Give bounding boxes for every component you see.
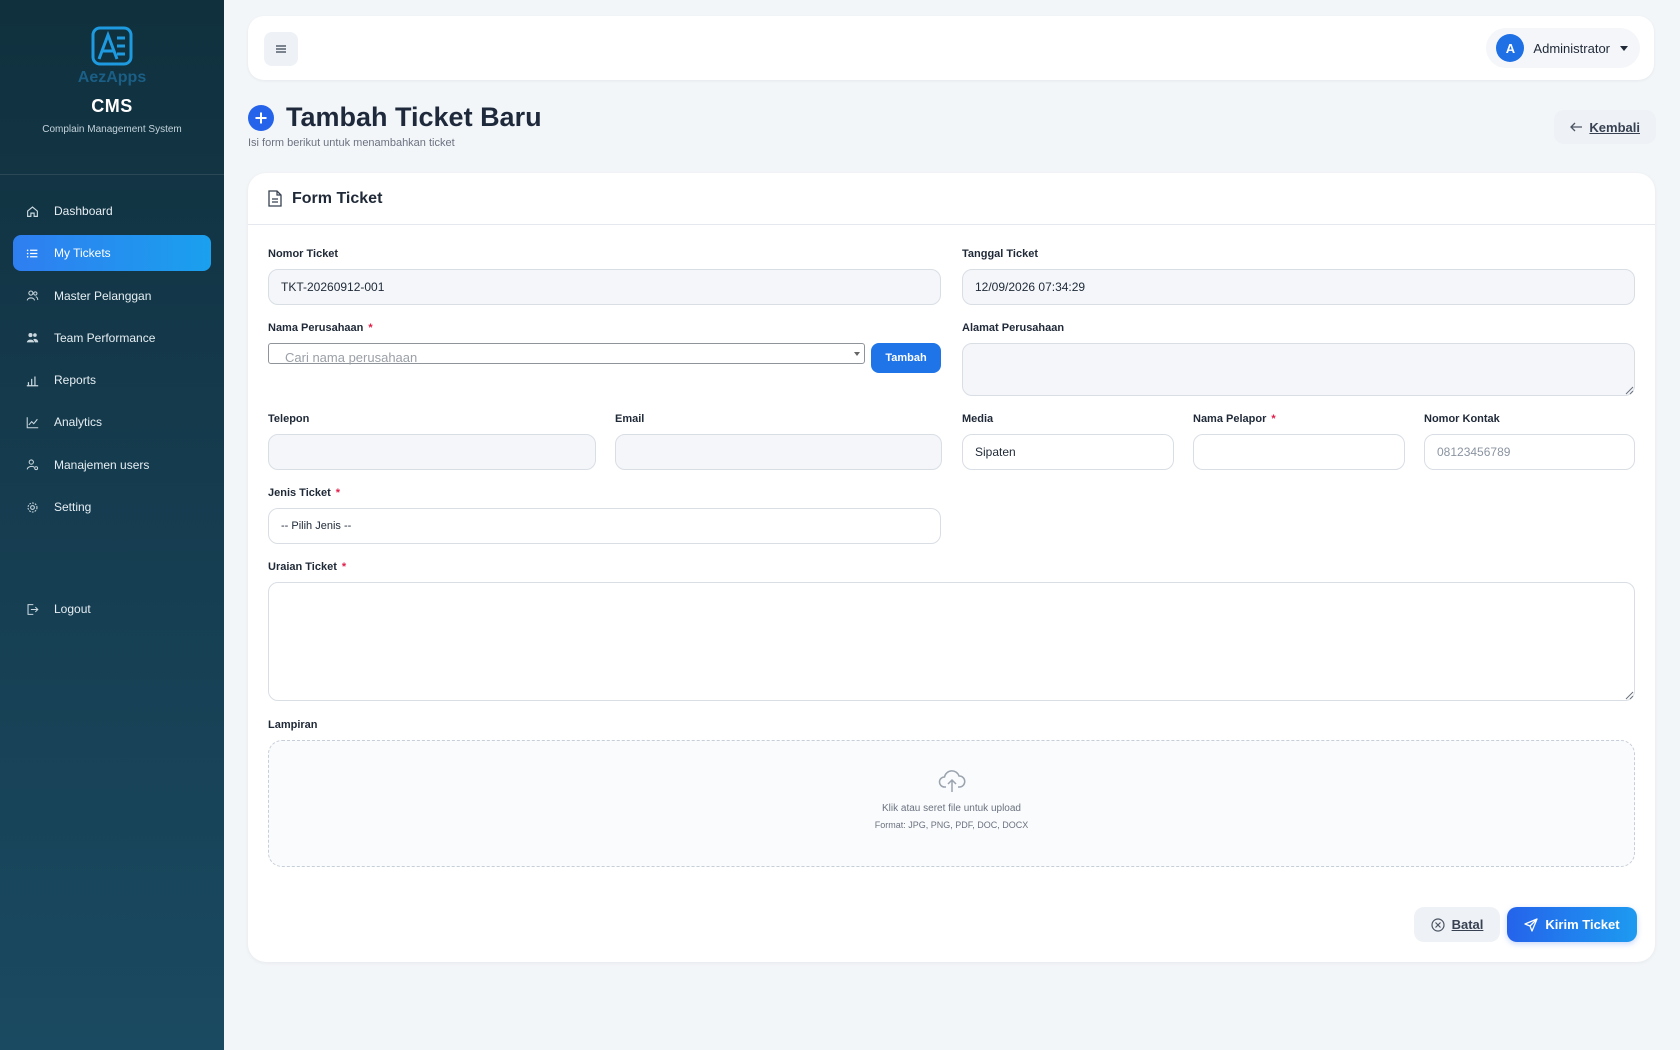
uraian-ticket-textarea[interactable] [268, 582, 1635, 701]
card-title: Form Ticket [292, 189, 383, 207]
logout-section: Logout [13, 591, 211, 633]
sidebar-item-setting[interactable]: Setting [13, 489, 211, 525]
brand-name: CMS [91, 96, 133, 116]
upload-formats: Format: JPG, PNG, PDF, DOC, DOCX [874, 820, 1029, 830]
sidebar-item-dashboard[interactable]: Dashboard [13, 193, 211, 229]
required-marker: * [341, 561, 347, 573]
nomor-ticket-label: Nomor Ticket [268, 248, 339, 260]
plus-circle-icon [248, 104, 274, 131]
sidebar-item-team-performance[interactable]: Team Performance [13, 320, 211, 356]
sidebar-item-my-tickets[interactable]: My Tickets [13, 235, 211, 272]
sidebar-item-label: Team Performance [54, 330, 156, 345]
alamat-perusahaan-label: Alamat Perusahaan [962, 322, 1065, 334]
topbar: A Administrator [248, 16, 1654, 80]
nomor-kontak-input[interactable] [1424, 434, 1635, 470]
sidebar-item-analytics[interactable]: Analytics [13, 404, 211, 440]
sidebar-item-reports[interactable]: Reports [13, 362, 211, 398]
uraian-ticket-label: Uraian Ticket * [268, 561, 347, 573]
back-button[interactable]: Kembali [1554, 110, 1656, 144]
sidebar: AezApps CMS Complain Management System D… [0, 0, 224, 1050]
aezapps-logo: AezApps [78, 26, 147, 86]
bar-chart-icon [24, 372, 40, 388]
sidebar-item-label: Manajemen users [54, 457, 150, 472]
caret-down-icon [1620, 45, 1628, 51]
arrow-left-icon [1570, 122, 1583, 132]
cancel-button[interactable]: Batal [1414, 907, 1500, 942]
media-label: Media [962, 413, 994, 425]
logout-button[interactable]: Logout [13, 591, 211, 627]
required-marker: * [368, 322, 373, 334]
users-icon [24, 288, 40, 304]
home-icon [24, 203, 40, 219]
nama-pelapor-label: Nama Pelapor * [1193, 413, 1276, 425]
required-marker: * [335, 487, 341, 499]
cloud-upload-icon [938, 770, 965, 792]
required-marker: * [1271, 413, 1276, 425]
logout-label: Logout [54, 602, 91, 616]
document-icon [268, 190, 282, 207]
nomor-ticket-input[interactable] [268, 269, 941, 305]
submit-label: Kirim Ticket [1545, 917, 1620, 932]
send-icon [1524, 917, 1539, 932]
user-gear-icon [24, 457, 40, 473]
cancel-label: Batal [1451, 917, 1484, 932]
sidebar-item-label: Dashboard [54, 204, 113, 218]
brand-subtitle: Complain Management System [42, 124, 182, 135]
form-card: Form Ticket Nomor Ticket Tanggal Ticket … [248, 173, 1655, 962]
avatar: A [1496, 34, 1525, 62]
upload-instruction: Klik atau seret file untuk upload [882, 803, 1021, 814]
nama-perusahaan-select[interactable]: Cari nama perusahaan [268, 343, 865, 365]
brand: AezApps CMS Complain Management System [0, 0, 224, 175]
nomor-kontak-label: Nomor Kontak [1424, 413, 1500, 425]
tambah-perusahaan-button[interactable]: Tambah [871, 343, 941, 373]
sidebar-item-master-pelanggan[interactable]: Master Pelanggan [13, 278, 211, 314]
resize-handle-icon [1625, 691, 1634, 700]
resize-handle-icon [1625, 386, 1634, 395]
user-menu[interactable]: A Administrator [1486, 28, 1640, 68]
x-circle-icon [1430, 917, 1445, 932]
file-upload-dropzone[interactable]: Klik atau seret file untuk upload Format… [268, 740, 1635, 867]
logo-text: AezApps [78, 69, 147, 86]
jenis-ticket-select[interactable]: -- Pilih Jenis -- [268, 508, 941, 544]
nama-perusahaan-placeholder: Cari nama perusahaan [285, 349, 418, 365]
telepon-label: Telepon [268, 413, 310, 425]
sidebar-item-label: Setting [54, 500, 92, 515]
sidebar-item-label: Master Pelanggan [54, 288, 152, 303]
card-header: Form Ticket [248, 173, 1655, 225]
email-input[interactable] [615, 434, 942, 470]
nama-perusahaan-label: Nama Perusahaan * [268, 322, 373, 334]
line-chart-icon [24, 414, 40, 430]
hamburger-icon [276, 45, 286, 53]
page-subtitle: Isi form berikut untuk menambahkan ticke… [248, 137, 455, 149]
tanggal-ticket-label: Tanggal Ticket [962, 248, 1039, 260]
sidebar-item-manajemen-users[interactable]: Manajemen users [13, 447, 211, 483]
sidebar-item-label: Analytics [54, 415, 103, 430]
tanggal-ticket-input[interactable] [962, 269, 1635, 305]
lampiran-label: Lampiran [268, 719, 318, 731]
logout-icon [24, 601, 40, 617]
team-icon [24, 330, 40, 346]
telepon-input[interactable] [268, 434, 596, 470]
page-header: Tambah Ticket Baru [248, 102, 542, 133]
list-icon [24, 245, 40, 261]
dropdown-arrow-icon [854, 352, 860, 356]
back-label: Kembali [1589, 119, 1640, 135]
alamat-perusahaan-textarea[interactable] [962, 343, 1635, 396]
sidebar-item-label: My Tickets [54, 246, 111, 261]
menu-toggle-button[interactable] [264, 32, 298, 66]
sidebar-nav: Dashboard My Tickets Master Pelanggan Te… [13, 193, 211, 531]
gear-icon [24, 499, 40, 515]
user-name: Administrator [1533, 40, 1610, 56]
email-label: Email [615, 413, 645, 425]
page-title: Tambah Ticket Baru [286, 102, 542, 132]
jenis-ticket-label: Jenis Ticket * [268, 487, 341, 499]
media-input[interactable] [962, 434, 1174, 470]
submit-ticket-button[interactable]: Kirim Ticket [1507, 907, 1637, 942]
nama-pelapor-input[interactable] [1193, 434, 1405, 470]
sidebar-item-label: Reports [54, 373, 97, 388]
